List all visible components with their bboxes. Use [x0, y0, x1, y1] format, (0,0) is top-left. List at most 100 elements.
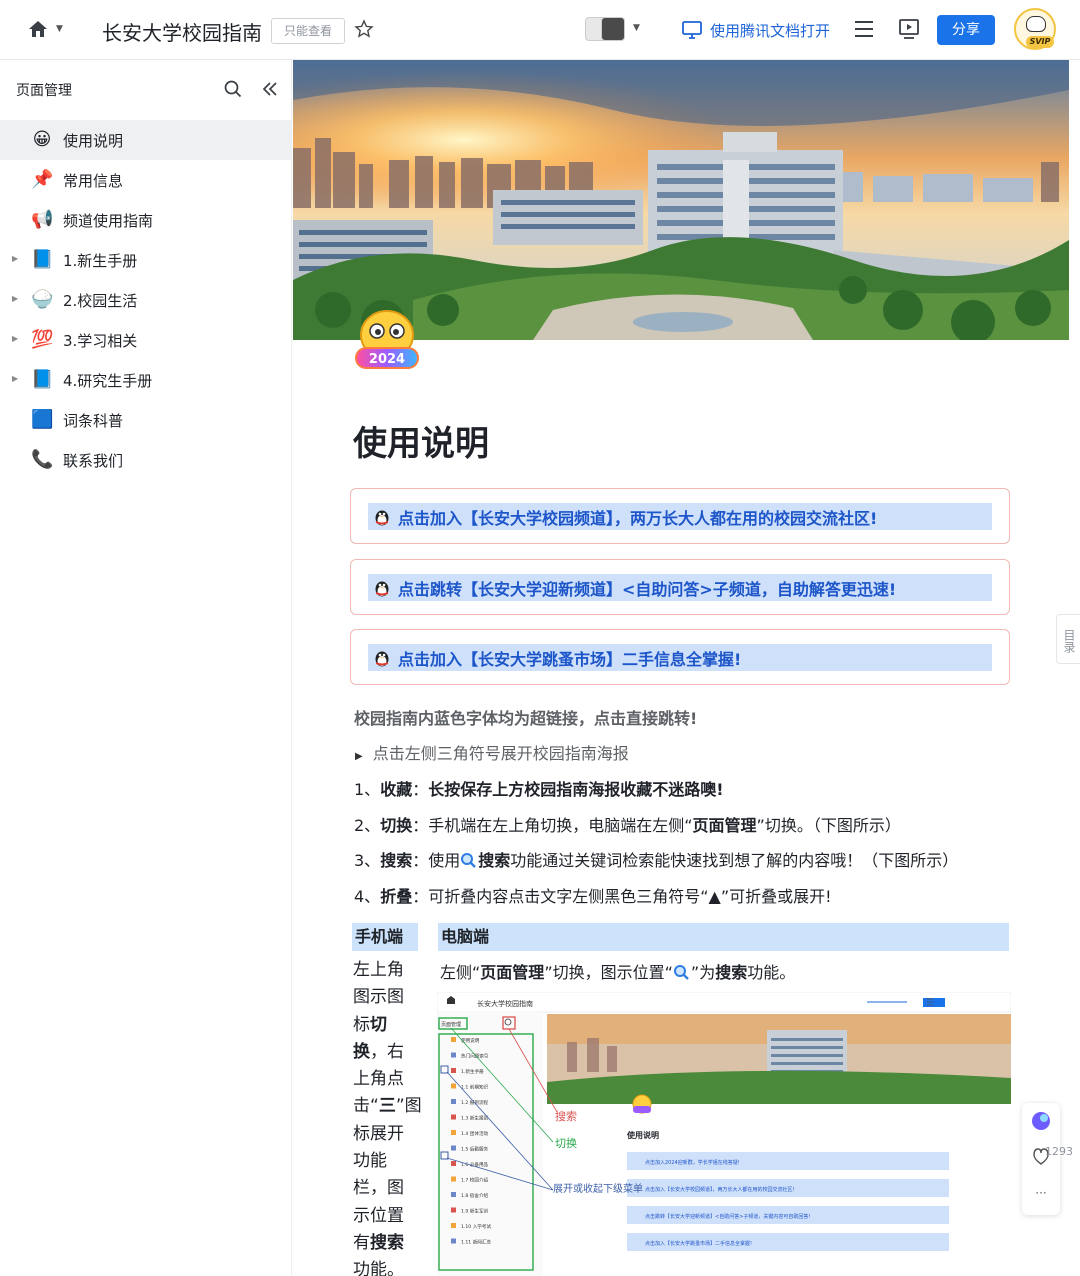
chevron-down-icon: ▼	[56, 24, 63, 34]
callout-link-text[interactable]: 点击加入【长安大学校园频道】，两万长大人都在用的校园交流社区!	[398, 505, 877, 529]
sidebar-item[interactable]: ▶ 🍚 2.校园生活	[0, 280, 291, 320]
shot-item-icon	[451, 1223, 456, 1228]
pc-usage-screenshot: 长安大学校园指南 页面管理 使用说明 热门问题索引 1.新生手册 1.1 前期知识 1.…	[436, 991, 1012, 1276]
doc-title: 长安大学校园指南	[102, 21, 262, 45]
callout-link-row[interactable]: 点击加入【长安大学校园频道】，两万长大人都在用的校园交流社区!	[368, 503, 992, 530]
page-emoji-icon: 📢	[31, 209, 54, 230]
present-icon[interactable]	[898, 18, 920, 40]
double-chevron-left-icon	[262, 82, 277, 96]
menu-icon[interactable]	[854, 20, 874, 38]
like-count: 1293	[1045, 1145, 1073, 1158]
shot-sidebar-item: 热门问题索引	[461, 1053, 489, 1060]
smiley-2024-icon: 2024	[355, 310, 419, 369]
collaborator-avatars[interactable]: ▼	[585, 17, 645, 43]
expand-arrow-icon[interactable]: ▶	[12, 334, 18, 343]
sidebar-item[interactable]: ▶ 💯 3.学习相关	[0, 320, 291, 360]
shot-sidebar-item: 1.9 新生军训	[461, 1208, 489, 1215]
shot-item-icon	[451, 1238, 456, 1244]
shot-item-icon	[451, 1130, 456, 1135]
document-content: 2024 使用说明 点击加入【长安大学校园频道】，两万长大人都在用的校园交流社区…	[293, 60, 1080, 1276]
search-icon[interactable]	[224, 80, 242, 98]
sidebar-item[interactable]: 🟦 词条科普	[0, 400, 291, 440]
page-emoji-icon: 💯	[31, 329, 54, 350]
shot-item-icon	[451, 1176, 456, 1182]
sidebar-item-label: 频道使用指南	[63, 212, 154, 230]
expand-arrow-icon[interactable]: ▶	[12, 294, 18, 303]
shot-sidebar-item: 1.8 宿舍介绍	[461, 1192, 489, 1199]
page-title: 使用说明	[353, 424, 489, 464]
expand-arrow-icon[interactable]: ▶	[12, 374, 18, 383]
campus-photo	[293, 60, 1069, 340]
sidebar-item[interactable]: 😀 使用说明	[0, 120, 291, 160]
step-switch: 2、切换：手机端在左上角切换，电脑端在左侧“页面管理”切换。（下图所示）	[354, 816, 901, 835]
qq-penguin-icon	[372, 578, 392, 598]
svg-text:点击加入【长安大学校园频道】，两万长大人都在用的校园交流社区: 点击加入【长安大学校园频道】，两万长大人都在用的校园交流社区!	[645, 1186, 795, 1193]
sidebar-item-label: 2.校园生活	[63, 292, 138, 310]
callout-welcome-channel: 点击跳转【长安大学迎新频道】<自助问答>子频道，自助解答更迅速!	[350, 559, 1010, 615]
readonly-badge: 只能查看	[271, 18, 345, 44]
star-icon[interactable]	[354, 19, 374, 39]
sidebar-title: 页面管理	[16, 83, 72, 99]
step-collect: 1、收藏：长按保存上方校园指南海报收藏不迷路噢!	[354, 780, 724, 799]
mobile-description: 左上角图示图标切换，右上角点击“三”图标展开功能栏，图示位置有搜索功能。	[353, 960, 422, 1276]
callout-link-row[interactable]: 点击跳转【长安大学迎新频道】<自助问答>子频道，自助解答更迅速!	[368, 574, 992, 601]
pc-screenshot-figure: 长安大学校园指南 页面管理 使用说明热门问题索引1.新生手册1.1 前期知识1.…	[436, 991, 1012, 1276]
sidebar-item[interactable]: ▶ 📘 1.新生手册	[0, 240, 291, 280]
shot-sidebar-header: 页面管理	[441, 1021, 461, 1028]
toggle-triangle-icon[interactable]: ▶	[355, 751, 363, 762]
page-emoji-icon: 🟦	[31, 409, 54, 430]
sidebar-item[interactable]: ▶ 📘 4.研究生手册	[0, 360, 291, 400]
sidebar-item-label: 3.学习相关	[63, 332, 138, 350]
sidebar-item[interactable]: 📌 常用信息	[0, 160, 291, 200]
svg-text:点击跳转【长安大学迎新频道】<自助问答>子频道，关键内容可自: 点击跳转【长安大学迎新频道】<自助问答>子频道，关键内容可自助回答!	[645, 1213, 810, 1220]
sidebar-item[interactable]: 📢 频道使用指南	[0, 200, 291, 240]
annot-expand: 展开或收起下级菜单	[553, 1182, 643, 1195]
svg-text:点击加入【长安大学跳蚤市场】二手信息全掌握!: 点击加入【长安大学跳蚤市场】二手信息全掌握!	[645, 1240, 752, 1247]
toc-tab[interactable]: 目录	[1056, 614, 1080, 664]
callout-link-text[interactable]: 点击跳转【长安大学迎新频道】<自助问答>子频道，自助解答更迅速!	[398, 576, 896, 600]
shot-item-icon	[451, 1052, 456, 1058]
page-management-sidebar: 页面管理 😀 使用说明 📌 常用信息 📢 频道使用指南 ▶ 📘 1.新生手册 ▶ 🍚 2.校园生活 ▶ 💯…	[0, 60, 292, 1276]
svg-text:点击加入2024迎新群，学长学姐在线答疑!: 点击加入2024迎新群，学长学姐在线答疑!	[645, 1159, 740, 1166]
shot-heading: 使用说明	[626, 1130, 659, 1140]
shot-item-icon	[451, 1114, 456, 1120]
qq-penguin-icon	[372, 648, 392, 668]
shot-sidebar-item: 1.5 后勤服务	[461, 1146, 489, 1153]
shot-sidebar-item: 使用说明	[461, 1037, 480, 1044]
user-avatar[interactable]: SVIP	[1014, 8, 1056, 50]
magnifier-icon	[461, 853, 477, 868]
collapse-sidebar-button[interactable]	[258, 77, 282, 101]
page-emoji-icon: 🍚	[31, 289, 54, 310]
callout-link-text[interactable]: 点击加入【长安大学跳蚤市场】二手信息全掌握!	[398, 646, 741, 670]
column-header-mobile: 手机端	[352, 923, 418, 951]
home-menu[interactable]: ▼	[28, 18, 68, 42]
sidebar-item-label: 1.新生手册	[63, 252, 138, 270]
more-icon: ···	[1035, 1186, 1046, 1200]
svip-badge: SVIP	[1026, 36, 1054, 48]
callout-flea-market: 点击加入【长安大学跳蚤市场】二手信息全掌握!	[350, 629, 1010, 685]
shot-item-icon	[451, 1161, 456, 1166]
toggle-text: 点击左侧三角符号展开校园指南海报	[372, 744, 629, 763]
floating-action-bar: ···	[1022, 1103, 1060, 1215]
callout-link-row[interactable]: 点击加入【长安大学跳蚤市场】二手信息全掌握!	[368, 644, 992, 671]
shot-item-icon	[451, 1068, 456, 1073]
cover-image	[293, 60, 1069, 340]
shot-sidebar-item: 1.新生手册	[461, 1068, 484, 1075]
open-in-tencent-docs-button[interactable]: 使用腾讯文档打开	[682, 16, 830, 44]
qq-penguin-icon	[372, 507, 392, 527]
avatar	[601, 17, 625, 41]
sidebar-item[interactable]: 📞 联系我们	[0, 440, 291, 480]
ai-assistant-icon	[1032, 1112, 1050, 1130]
chevron-down-icon: ▼	[633, 23, 640, 33]
toggle-poster[interactable]: ▶ 点击左侧三角符号展开校园指南海报	[355, 740, 629, 764]
shot-item-icon	[451, 1145, 456, 1151]
expand-arrow-icon[interactable]: ▶	[12, 254, 18, 263]
shot-item-icon	[451, 1099, 456, 1104]
sidebar-item-label: 使用说明	[63, 132, 124, 150]
doc-emoji-2024: 2024	[351, 307, 423, 375]
home-icon	[29, 21, 47, 37]
open-tencent-label: 使用腾讯文档打开	[710, 21, 831, 40]
float-bar-icons: ···	[1032, 1112, 1050, 1200]
share-button[interactable]: 分享	[937, 15, 995, 45]
shot-sidebar-item: 1.3 新生报到	[461, 1115, 489, 1122]
